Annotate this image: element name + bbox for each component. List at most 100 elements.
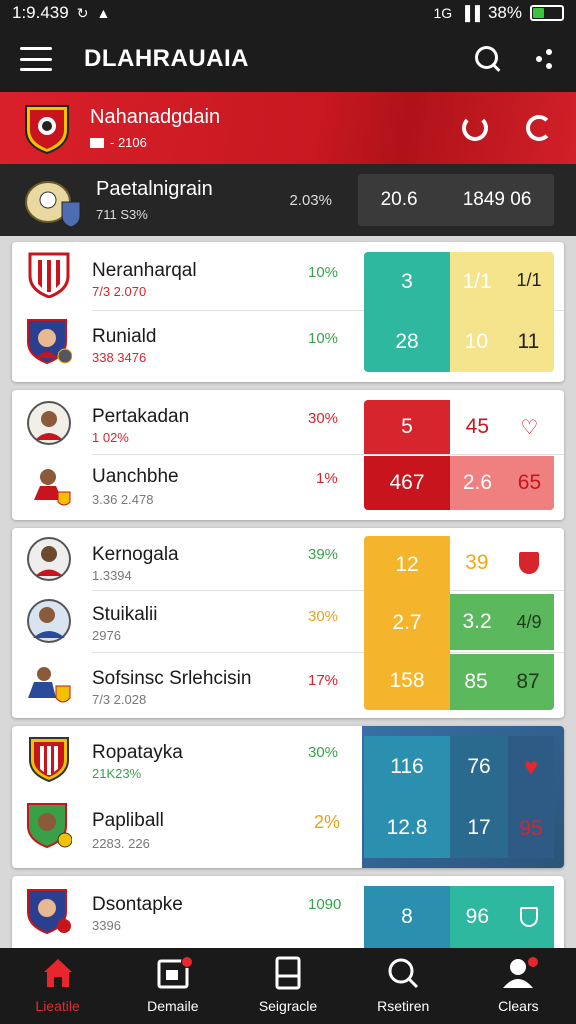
featured-match-banner[interactable]: Nahanadgdain - 2106 <box>0 92 576 164</box>
odds-cell[interactable]: 3.2 4/9 <box>450 594 554 650</box>
shield-icon[interactable] <box>518 552 539 574</box>
heart-icon[interactable]: ♡ <box>520 415 538 440</box>
odds-column-draw[interactable]: 76 17 <box>450 736 508 858</box>
magnifier-icon <box>388 958 419 989</box>
odds-value[interactable]: 12.8 <box>387 816 428 840</box>
top-match-odds[interactable]: 20.6 1849 06 <box>358 174 554 226</box>
nav-label: Clears <box>498 998 539 1014</box>
odds-cell[interactable]: 85 87 <box>450 654 554 710</box>
notification-icon: ▲ <box>96 5 111 21</box>
odds-cell[interactable]: 2.6 65 <box>450 456 554 510</box>
odds-value[interactable]: 2.7 <box>392 611 421 635</box>
team-name: Neranharqal <box>92 260 197 281</box>
win-percent: 30% <box>308 744 339 761</box>
odds-value[interactable]: 3 <box>401 270 413 294</box>
odds-column-draw-away[interactable]: 1/1 1/1 10 11 <box>450 252 554 372</box>
team-crest-icon <box>28 252 70 298</box>
odds-value[interactable]: 3.2 <box>462 610 491 634</box>
player-avatar <box>27 889 71 934</box>
odds-value[interactable]: 116 <box>390 755 423 779</box>
match-card[interactable]: Dsontapke 3396 1090 8 96 <box>12 876 564 948</box>
odds-value[interactable]: 11 <box>517 330 539 354</box>
odds-value[interactable]: 96 <box>466 905 489 929</box>
search-icon[interactable] <box>474 45 502 73</box>
odds-value[interactable]: 39 <box>465 551 488 575</box>
featured-subtitle: - 2106 <box>110 135 147 150</box>
odds-value[interactable]: 17 <box>467 816 490 840</box>
odds-value[interactable]: 45 <box>466 415 489 439</box>
match-card[interactable]: Pertakadan 1 02% 30% Uanchbhe 3.36 2.478… <box>12 390 564 520</box>
odds-value[interactable]: 4/9 <box>517 612 542 633</box>
signal-icon: 1G <box>433 5 453 21</box>
odds-cell[interactable]: 467 <box>364 456 450 510</box>
heart-icon[interactable]: ♥ <box>524 754 538 782</box>
team-crest-icon <box>25 105 69 154</box>
odds-value[interactable]: 20.6 <box>381 189 418 211</box>
win-percent: 17% <box>308 672 339 689</box>
win-percent: 2% <box>314 812 341 832</box>
player-avatar <box>27 401 71 445</box>
odds-value[interactable]: 2.6 <box>463 471 492 495</box>
match-card[interactable]: Kernogala 1.3394 39% Stuikalii 2976 30% … <box>12 528 564 718</box>
odds-value[interactable]: 8 <box>401 905 413 929</box>
nav-item-home[interactable]: Lieatile <box>0 948 115 1024</box>
odds-cell[interactable]: 96 <box>450 886 554 948</box>
nav-item-profile[interactable]: Clears <box>461 948 576 1024</box>
team-crest-icon <box>29 737 69 782</box>
odds-cell[interactable]: 5 <box>364 400 450 454</box>
cellular-bars-icon: ▐▐ <box>460 5 480 21</box>
more-options-icon[interactable] <box>536 47 556 71</box>
nav-item-schedule[interactable]: Seigracle <box>230 948 345 1024</box>
odds-value[interactable]: 28 <box>395 330 418 354</box>
team-stat: 338 3476 <box>92 350 147 365</box>
odds-value[interactable]: 1/1 <box>517 270 542 294</box>
odds-column-away[interactable]: ♥ 95 <box>508 736 554 858</box>
nav-label: Lieatile <box>35 998 80 1014</box>
odds-value[interactable]: 65 <box>518 471 541 495</box>
player-avatar <box>34 469 71 506</box>
team-name: Stuikalii <box>92 604 158 625</box>
odds-value[interactable]: 87 <box>516 670 539 694</box>
odds-column-home[interactable]: 3 28 <box>364 252 450 372</box>
flag-icon <box>90 137 104 148</box>
odds-value[interactable]: 1849 06 <box>463 189 532 211</box>
status-bar: 1:9.439 ↻ ▲ 1G ▐▐ 38% <box>0 0 576 26</box>
home-icon <box>43 959 72 987</box>
match-card[interactable]: Neranharqal 7/3 2.070 10% Runiald 338 34… <box>12 242 564 382</box>
odds-value[interactable]: 467 <box>389 471 424 495</box>
odds-value[interactable]: 10 <box>465 330 488 354</box>
odds-cell[interactable]: 8 <box>364 886 450 948</box>
odds-value[interactable]: 76 <box>467 755 490 779</box>
nav-label: Rsetiren <box>377 998 430 1014</box>
odds-value[interactable]: 158 <box>389 669 424 693</box>
odds-value[interactable]: 1/1 <box>462 270 491 294</box>
odds-value[interactable]: 12 <box>395 553 418 577</box>
team-stat: 7/3 2.028 <box>92 692 147 707</box>
live-icon[interactable] <box>526 115 552 141</box>
win-percent: 1090 <box>308 896 342 913</box>
nav-item-search[interactable]: Rsetiren <box>346 948 461 1024</box>
odds-value[interactable]: 95 <box>519 817 542 841</box>
team-name: Dsontapke <box>92 894 183 915</box>
bottom-navigation: Lieatile Demaile Seigracle Rsetiren Clea… <box>0 948 576 1024</box>
menu-icon[interactable] <box>20 47 52 71</box>
shield-outline-icon[interactable] <box>520 907 539 927</box>
featured-team-name: Nahanadgdain <box>90 106 221 128</box>
top-match-row[interactable]: Paetalnigrain 711 S3% 2.03% 20.6 1849 06 <box>0 164 576 236</box>
top-match-subtitle: 711 S3% <box>96 207 148 222</box>
odds-cell[interactable]: 39 <box>450 536 554 590</box>
refresh-icon[interactable] <box>462 115 488 141</box>
nav-label: Demaile <box>147 998 199 1014</box>
team-stat: 3396 <box>92 918 121 933</box>
match-card[interactable]: Ropatayka 21K23% 30% Papliball 2283. 226… <box>12 726 564 868</box>
clock: 1:9.439 <box>12 3 69 22</box>
win-percent: 30% <box>308 410 339 427</box>
odds-cell[interactable]: 45 ♡ <box>450 400 554 454</box>
odds-value[interactable]: 85 <box>464 670 487 694</box>
odds-value[interactable]: 5 <box>401 415 413 439</box>
odds-column-home[interactable]: 12 2.7 158 <box>364 536 450 710</box>
odds-column-home[interactable]: 116 12.8 <box>364 736 450 858</box>
battery-icon <box>530 5 564 21</box>
team-name: Runiald <box>92 326 157 347</box>
nav-item-details[interactable]: Demaile <box>115 948 230 1024</box>
